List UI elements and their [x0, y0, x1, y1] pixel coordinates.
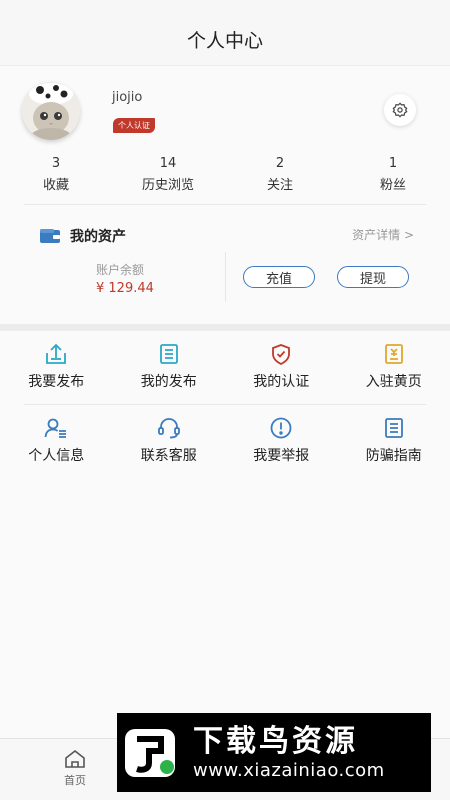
watermark-banner: 下载鸟资源 www.xiazainiao.com [117, 713, 431, 792]
gear-icon [392, 102, 408, 118]
shield-check-icon [270, 343, 292, 365]
guide-icon [383, 417, 405, 439]
avatar[interactable] [22, 82, 80, 140]
stat-value: 2 [275, 156, 285, 171]
profile-section: jiojio 个人认证 3 收藏 14 历史浏览 2 关注 1 粉丝 我的资产 … [0, 66, 450, 324]
menu-item-customer-service[interactable]: 联系客服 [113, 405, 226, 479]
stat-followers[interactable]: 1 粉丝 [336, 156, 450, 193]
watermark-brand: 下载鸟资源 [193, 723, 358, 759]
user-info-icon [44, 417, 68, 439]
withdraw-button[interactable]: 提现 [337, 266, 409, 288]
menu-row: 个人信息 联系客服 我要举报 防骗指南 [0, 405, 450, 479]
assets-title: 我的资产 [70, 229, 126, 245]
menu-item-label: 联系客服 [140, 448, 197, 464]
balance-value: ¥ 129.44 [96, 281, 154, 296]
menu-item-label: 我要举报 [253, 448, 310, 464]
vertical-divider [225, 252, 226, 302]
menu-item-label: 我的发布 [140, 374, 197, 390]
stat-value: 3 [51, 156, 61, 171]
watermark-logo [123, 723, 183, 783]
yellow-pages-icon [383, 343, 405, 365]
menu-item-anti-fraud-guide[interactable]: 防骗指南 [338, 405, 450, 479]
stat-label: 粉丝 [379, 178, 406, 193]
stat-value: 14 [159, 156, 177, 171]
stat-label: 关注 [266, 178, 293, 193]
stats-row: 3 收藏 14 历史浏览 2 关注 1 粉丝 [0, 156, 450, 193]
recharge-button[interactable]: 充值 [243, 266, 315, 288]
menu-row: 我要发布 我的发布 我的认证 入驻黄页 [0, 331, 450, 405]
stat-label: 历史浏览 [141, 178, 194, 193]
headset-icon [157, 417, 181, 439]
wallet-icon [40, 229, 60, 243]
balance-label: 账户余额 [96, 263, 145, 277]
verified-badge: 个人认证 [113, 118, 155, 133]
menu-item-label: 我的认证 [253, 374, 310, 390]
upload-icon [44, 343, 68, 365]
menu-item-label: 防骗指南 [365, 448, 422, 464]
settings-button[interactable] [384, 94, 416, 126]
alert-circle-icon [269, 417, 293, 439]
stat-value: 1 [388, 156, 398, 171]
menu-item-label: 个人信息 [28, 448, 85, 464]
menu-item-my-posts[interactable]: 我的发布 [113, 331, 226, 405]
function-menu: 我要发布 我的发布 我的认证 入驻黄页 个人信息 联系客服 我要举报 防骗指南 [0, 331, 450, 479]
document-list-icon [158, 343, 180, 365]
username: jiojio [112, 90, 143, 105]
menu-item-label: 我要发布 [28, 374, 85, 390]
watermark-text: 下载鸟资源 www.xiazainiao.com [193, 724, 385, 782]
assets-header: 我的资产 [40, 226, 126, 246]
stat-label: 收藏 [42, 178, 69, 193]
page-title: 个人中心 [186, 30, 263, 52]
nav-item-home[interactable]: 首页 [52, 749, 98, 788]
stat-favorites[interactable]: 3 收藏 [0, 156, 112, 193]
stat-following[interactable]: 2 关注 [224, 156, 336, 193]
header-bar: 个人中心 [0, 0, 450, 66]
watermark-url: www.xiazainiao.com [193, 759, 385, 781]
stat-history[interactable]: 14 历史浏览 [112, 156, 224, 193]
menu-item-publish[interactable]: 我要发布 [0, 331, 113, 405]
menu-item-verification[interactable]: 我的认证 [225, 331, 338, 405]
section-gap [0, 324, 450, 331]
menu-item-label: 入驻黄页 [365, 374, 422, 390]
menu-item-personal-info[interactable]: 个人信息 [0, 405, 113, 479]
home-icon [65, 749, 85, 768]
menu-item-yellow-pages[interactable]: 入驻黄页 [338, 331, 450, 405]
divider [24, 204, 426, 205]
assets-detail-link[interactable]: 资产详情 > [352, 226, 414, 243]
nav-item-label: 首页 [64, 774, 86, 787]
menu-item-report[interactable]: 我要举报 [225, 405, 338, 479]
